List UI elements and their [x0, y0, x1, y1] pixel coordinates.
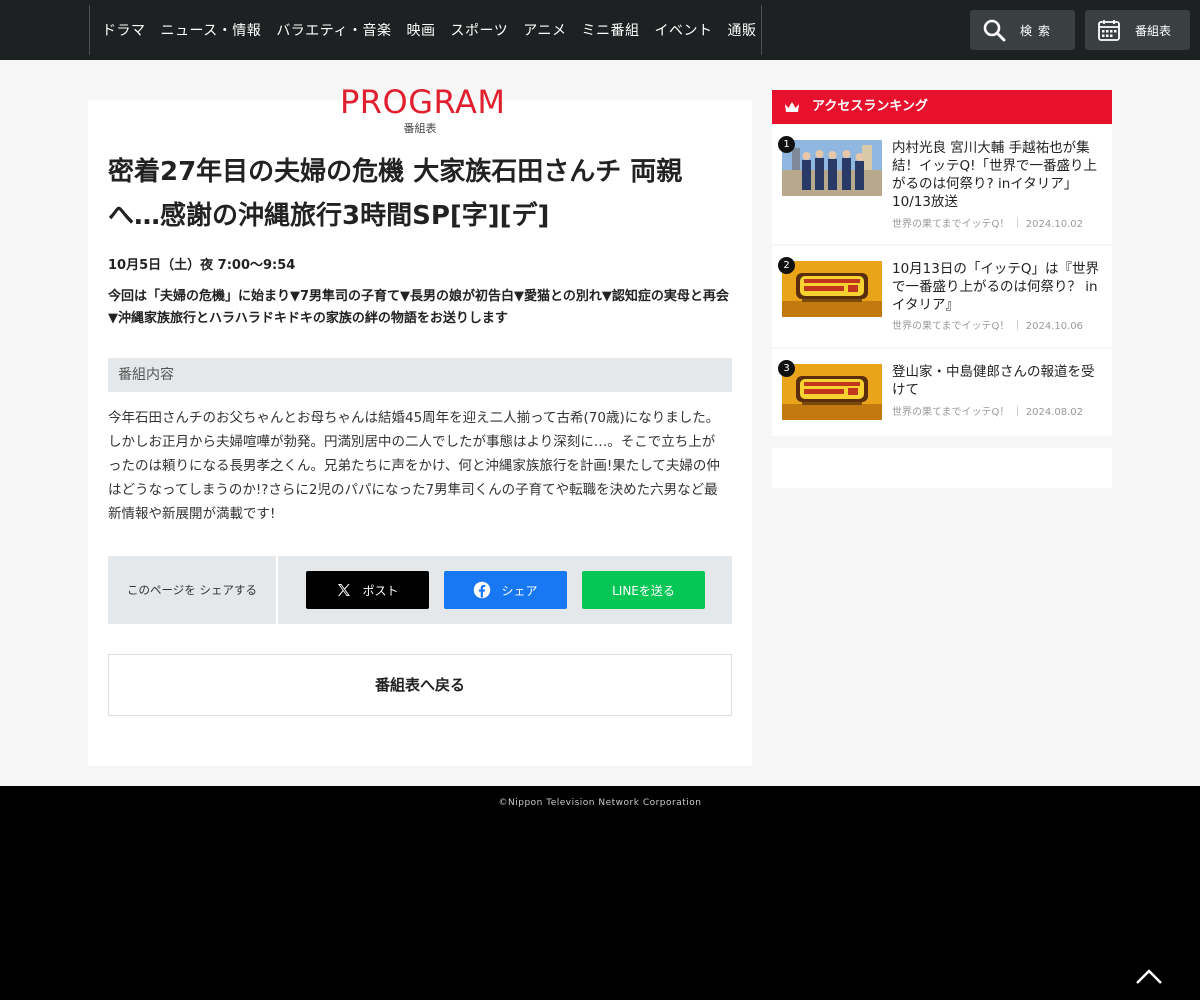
sidebar-blank-panel: [772, 448, 1112, 488]
rank-number-3: 3: [778, 360, 795, 377]
nav-item-event[interactable]: イベント: [654, 20, 712, 40]
share-facebook-label: シェア: [501, 583, 538, 598]
share-label: このページを シェアする: [108, 556, 278, 624]
share-facebook-button[interactable]: シェア: [444, 571, 567, 609]
search-icon: [983, 19, 1006, 42]
program-guide-button[interactable]: 番組表: [1085, 10, 1190, 50]
ranking-meta-3: 世界の果てまでイッテQ！ ｜ 2024.08.02: [892, 407, 1083, 418]
ranking-meta-1: 世界の果てまでイッテQ！ ｜ 2024.10.02: [892, 219, 1083, 230]
ranking-title-2: 10月13日の「イッテQ」は『世界で一番盛り上がるのは何祭り？ in イタリア』: [892, 261, 1099, 313]
air-time: 10月5日（土）夜 7:00〜9:54: [108, 258, 296, 273]
nav-item-variety[interactable]: バラエティ・音楽: [276, 20, 391, 40]
nav-item-shopping[interactable]: 通販: [727, 20, 756, 40]
rank-number-2: 2: [778, 257, 795, 274]
search-label: 検索: [1020, 23, 1057, 38]
calendar-icon: [1098, 20, 1120, 41]
ranking-show-2: 世界の果てまでイッテQ！: [892, 321, 1010, 332]
ranking-thumbnail-3: [782, 364, 882, 420]
share-bar: このページを シェアする ポスト シェア LINEを送る: [108, 556, 732, 624]
nav-item-anime[interactable]: アニメ: [523, 20, 566, 40]
ranking-item-2[interactable]: 2 10月13日の「イッテQ」は『世界で一番盛り上がるのは何祭り？ in イタリ…: [772, 246, 1112, 347]
nav-item-sports[interactable]: スポーツ: [450, 20, 508, 40]
program-description: 今年石田さんチのお父ちゃんとお母ちゃんは結婚45周年を迎え二人揃って古希(70歳…: [108, 410, 720, 522]
facebook-icon: [474, 581, 491, 599]
site-footer: ©Nippon Television Network Corporation: [0, 786, 1200, 1000]
search-button[interactable]: 検索: [970, 10, 1075, 50]
x-logo-icon: [338, 584, 351, 596]
ranking-date-1: 2024.10.02: [1025, 219, 1083, 230]
back-to-program-guide-button[interactable]: 番組表へ戻る: [108, 654, 732, 716]
episode-summary: 今回は「夫婦の危機」に始まり▼7男隼司の子育て▼長男の娘が初告白▼愛猫との別れ▼…: [108, 289, 729, 326]
share-line-button[interactable]: LINEを送る: [582, 571, 705, 609]
ranking-thumbnail-2: [782, 261, 882, 317]
ranking-item-1[interactable]: 1 内村光良 宮川大輔 手越祐也が集結！イッテQ!「世界で一番盛り上がるのは何祭…: [772, 125, 1112, 244]
page-subtitle: 番組表: [403, 122, 437, 135]
share-x-button[interactable]: ポスト: [306, 571, 429, 609]
ranking-meta-2: 世界の果てまでイッテQ！ ｜ 2024.10.06: [892, 321, 1083, 332]
ranking-show-1: 世界の果てまでイッテQ！: [892, 219, 1010, 230]
site-header: ドラマ ニュース・情報 バラエティ・音楽 映画 スポーツ アニメ ミニ番組 イベ…: [0, 0, 1200, 60]
share-x-label: ポスト: [362, 583, 399, 598]
crown-icon: [785, 102, 799, 112]
ranking-date-3: 2024.08.02: [1025, 407, 1083, 418]
ranking-show-3: 世界の果てまでイッテQ！: [892, 407, 1010, 418]
copyright: ©Nippon Television Network Corporation: [498, 798, 702, 808]
program-guide-label: 番組表: [1135, 23, 1172, 38]
ranking-item-3[interactable]: 3 登山家・中島健郎さんの報道を受けて 世界の果てまでイッテQ！ ｜ 2024.…: [772, 349, 1112, 436]
rank-number-1: 1: [778, 136, 795, 153]
section-heading: 番組内容: [108, 358, 732, 392]
ranking-title-3: 登山家・中島健郎さんの報道を受けて: [892, 364, 1095, 398]
nav-item-mini[interactable]: ミニ番組: [581, 20, 639, 40]
share-line-label: LINEを送る: [612, 583, 675, 598]
nav-item-news[interactable]: ニュース・情報: [161, 20, 262, 40]
ranking-title: アクセスランキング: [812, 99, 928, 114]
page-title: PROGRAM: [340, 83, 506, 121]
ranking-header: アクセスランキング: [772, 90, 1112, 124]
episode-title: 密着27年目の夫婦の危機 大家族石田さんチ 両親へ…感謝の沖縄旅行3時間SP[字…: [108, 157, 683, 231]
ranking-date-2: 2024.10.06: [1025, 321, 1083, 332]
nav-item-movie[interactable]: 映画: [406, 20, 435, 40]
nav-item-drama[interactable]: ドラマ: [102, 20, 146, 40]
ranking-thumbnail-1: [782, 140, 882, 196]
scroll-to-top-icon[interactable]: [1134, 966, 1164, 986]
ranking-title-1: 内村光良 宮川大輔 手越祐也が集結！イッテQ!「世界で一番盛り上がるのは何祭り?…: [892, 140, 1098, 210]
main-nav: ドラマ ニュース・情報 バラエティ・音楽 映画 スポーツ アニメ ミニ番組 イベ…: [89, 5, 762, 55]
